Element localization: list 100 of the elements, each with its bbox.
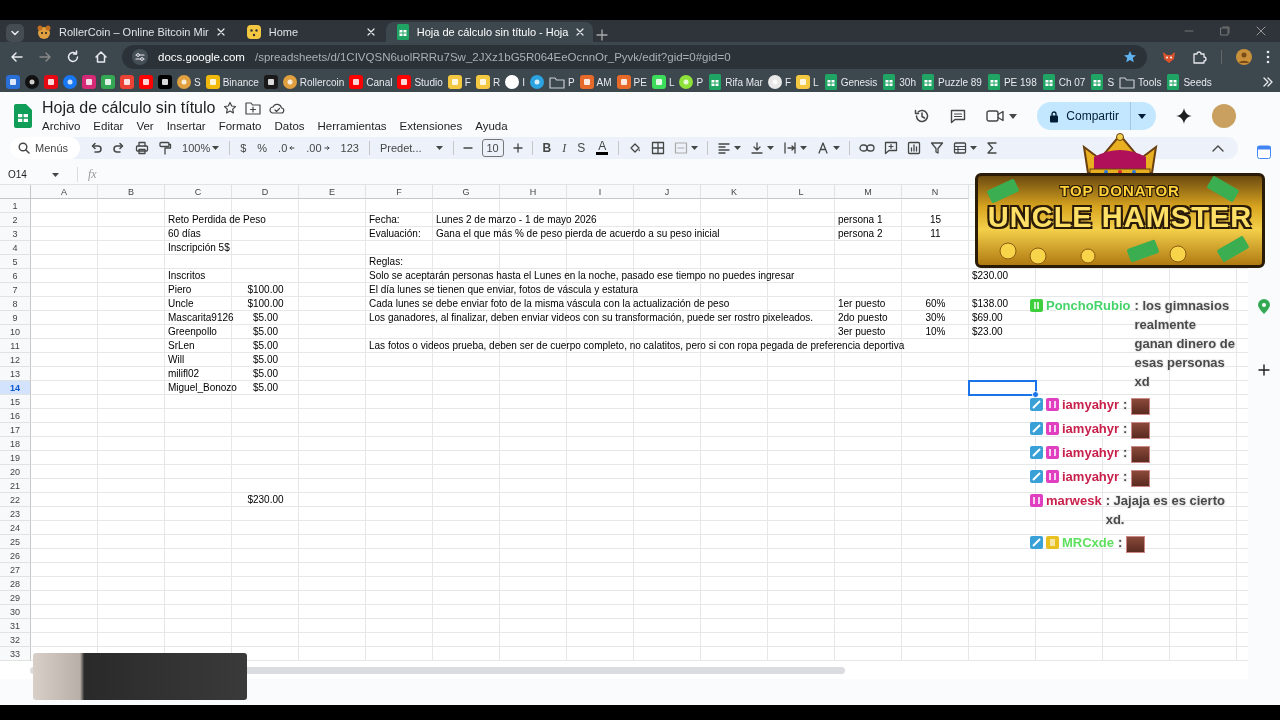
font-size-field[interactable]: 10 [481, 139, 504, 157]
sparkle-icon[interactable] [1176, 108, 1192, 124]
video-camera-icon[interactable] [986, 110, 1005, 122]
column-header[interactable]: I [567, 185, 634, 199]
italic-button[interactable]: I [561, 138, 568, 158]
column-header[interactable]: L [768, 185, 835, 199]
bookmark[interactable]: I [505, 75, 525, 89]
align-left-icon[interactable] [717, 141, 732, 155]
selected-cell[interactable] [968, 380, 1037, 396]
column-header[interactable]: K [701, 185, 768, 199]
caret-icon[interactable] [1009, 113, 1018, 119]
column-header[interactable]: M [835, 185, 902, 199]
row-number[interactable]: 22 [0, 493, 31, 507]
search-field[interactable]: Menús [10, 137, 81, 159]
row-number[interactable]: 14 [0, 381, 31, 395]
more-menu-icon[interactable] [1266, 50, 1270, 64]
row-number[interactable]: 4 [0, 241, 31, 255]
add-comment-icon[interactable] [884, 141, 899, 155]
row-number[interactable]: 25 [0, 535, 31, 549]
font-dropdown[interactable]: Predet... [378, 138, 444, 158]
table-view-icon[interactable] [953, 141, 968, 155]
column-header[interactable]: E [299, 185, 366, 199]
row-number[interactable]: 13 [0, 367, 31, 381]
bookmark[interactable]: Genesis [823, 74, 878, 90]
name-box[interactable]: O14 [0, 169, 65, 180]
profile-avatar-icon[interactable] [1236, 49, 1252, 65]
row-number[interactable]: 29 [0, 591, 31, 605]
number-format-button[interactable]: 123 [339, 138, 360, 158]
menu-item[interactable]: Editar [91, 119, 126, 133]
column-header[interactable]: B [98, 185, 165, 199]
row-number[interactable]: 9 [0, 311, 31, 325]
row-number[interactable]: 18 [0, 437, 31, 451]
star-icon[interactable] [1123, 50, 1137, 64]
currency-button[interactable]: $ [239, 138, 248, 158]
column-header[interactable]: G [433, 185, 500, 199]
column-header[interactable]: H [500, 185, 567, 199]
bookmark[interactable]: S [1090, 74, 1115, 90]
bookmark[interactable]: L [796, 75, 819, 89]
fox-extension-icon[interactable] [1161, 49, 1177, 65]
browser-tab[interactable]: Hoja de cálculo sin título - Hoja [385, 22, 594, 42]
fill-color-icon[interactable] [628, 141, 643, 155]
row-number[interactable]: 19 [0, 451, 31, 465]
reload-icon[interactable] [66, 50, 80, 64]
restore-icon[interactable] [1220, 26, 1230, 36]
link-icon[interactable] [859, 143, 876, 153]
move-folder-icon[interactable] [245, 101, 262, 115]
bookmark[interactable]: Tools [1119, 75, 1162, 89]
column-header[interactable]: N [902, 185, 969, 199]
row-number[interactable]: 33 [0, 647, 31, 661]
bookmark[interactable]: F [767, 75, 792, 89]
bookmark-icon[interactable] [529, 75, 544, 89]
row-number[interactable]: 31 [0, 619, 31, 633]
caret-icon[interactable] [435, 146, 443, 150]
row-number[interactable]: 23 [0, 507, 31, 521]
row-number[interactable]: 30 [0, 605, 31, 619]
paint-format-icon[interactable] [158, 141, 173, 155]
text-color-button[interactable]: A [595, 138, 610, 158]
caret-icon[interactable] [800, 146, 808, 150]
row-number[interactable]: 8 [0, 297, 31, 311]
cloud-icon[interactable] [269, 102, 286, 114]
sheets-logo-icon[interactable] [14, 104, 32, 128]
chart-icon[interactable] [907, 141, 922, 155]
menu-item[interactable]: Archivo [40, 119, 83, 133]
plus-icon[interactable] [512, 143, 523, 153]
row-number[interactable]: 10 [0, 325, 31, 339]
caret-icon[interactable] [767, 146, 775, 150]
merge-cells-icon[interactable] [674, 141, 689, 155]
text-wrap-icon[interactable] [783, 141, 798, 155]
document-title[interactable]: Hoja de cálculo sin título [42, 99, 216, 117]
filter-icon[interactable] [930, 141, 945, 155]
close-icon[interactable] [215, 27, 226, 37]
bookmark[interactable]: 30h [882, 74, 916, 90]
browser-tab[interactable]: RollerCoin – Online Bitcoin Mir [26, 22, 234, 42]
bookmark[interactable]: Seeds [1166, 74, 1212, 90]
close-icon[interactable] [1256, 26, 1266, 36]
bookmark[interactable]: P [548, 75, 575, 89]
caret-icon[interactable] [1138, 113, 1146, 119]
bookmark[interactable]: Canal [349, 75, 393, 89]
row-number[interactable]: 12 [0, 353, 31, 367]
calendar-icon[interactable] [1257, 145, 1271, 159]
add-icon[interactable] [1258, 364, 1270, 376]
address-bar[interactable]: docs.google.com /spreadsheets/d/1CIVQSN6uolRRRu7Sw_2JXz1bG5R064EeOcnnOr_Pyvk/edit?gid=0#gid=0 [122, 45, 1147, 69]
bookmark[interactable]: AM [579, 75, 612, 89]
increase-decimals-button[interactable]: .00 [305, 138, 331, 158]
bookmark-icon[interactable] [63, 75, 77, 89]
zoom-dropdown[interactable]: 100% [181, 138, 221, 158]
puzzle-icon[interactable] [1191, 49, 1207, 65]
bookmark[interactable]: P [679, 75, 704, 89]
back-icon[interactable] [10, 50, 24, 64]
menu-item[interactable]: Ayuda [473, 119, 510, 133]
caret-icon[interactable] [691, 146, 699, 150]
menu-item[interactable]: Insertar [164, 119, 208, 133]
row-number[interactable]: 6 [0, 269, 31, 283]
bookmark-icon[interactable] [158, 75, 172, 89]
bookmark[interactable]: R [475, 75, 501, 89]
strikethrough-button[interactable]: S [576, 138, 587, 158]
bookmark[interactable]: PE [616, 75, 647, 89]
undo-icon[interactable] [89, 141, 104, 155]
row-number[interactable]: 2 [0, 213, 31, 227]
bookmark[interactable]: Puzzle 89 [921, 74, 982, 90]
